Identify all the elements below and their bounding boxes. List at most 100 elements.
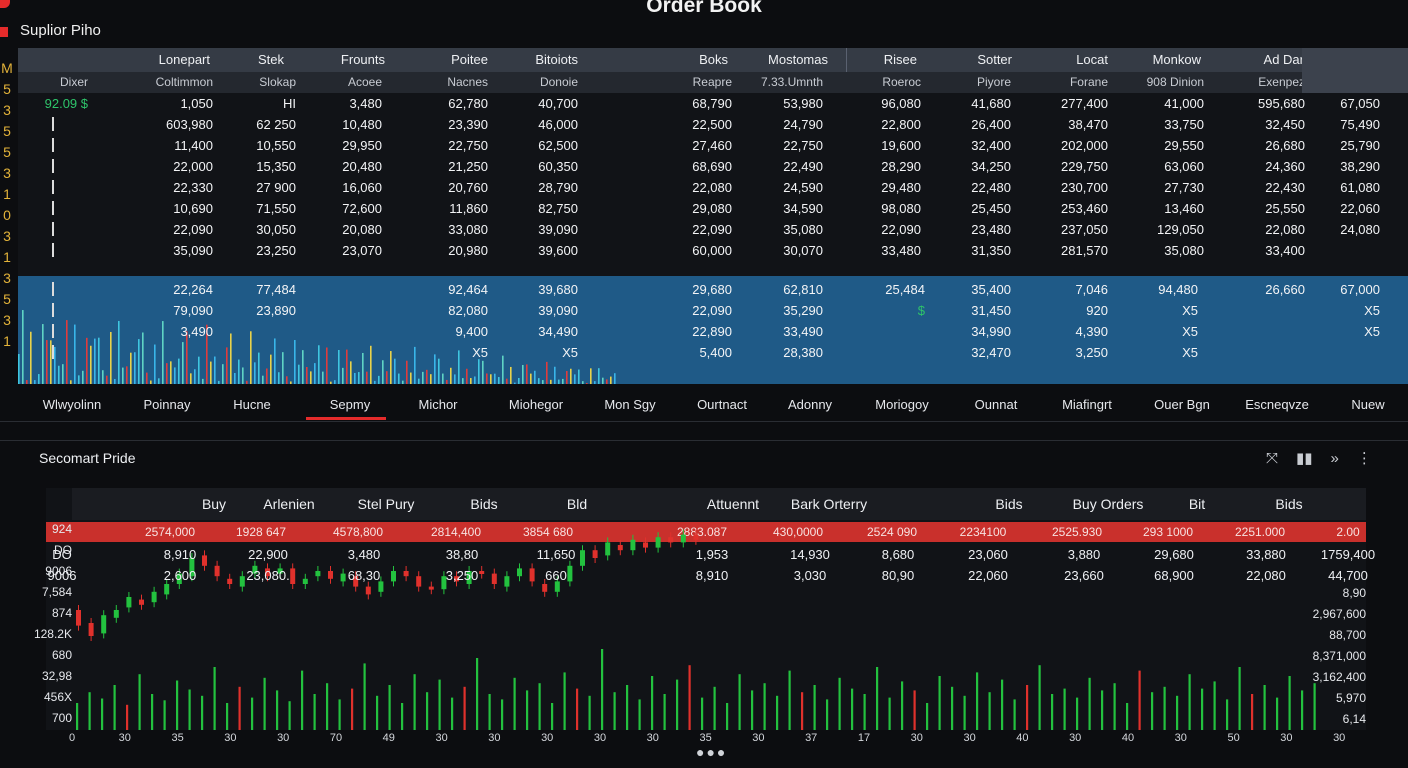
candle-body[interactable] — [680, 534, 686, 543]
depth-bar — [106, 375, 108, 384]
candle-body[interactable] — [365, 586, 371, 595]
tab-12[interactable]: Ouer Bgn — [1154, 390, 1210, 420]
chart-column-header[interactable]: Bids — [1275, 488, 1302, 520]
table-cell: 603,980 — [166, 117, 213, 132]
chart-column-header[interactable]: Stel Pury — [358, 488, 415, 520]
tab-5[interactable]: Miohegor — [509, 390, 563, 420]
tab-14[interactable]: Nuew — [1351, 390, 1384, 420]
chart-cell: 14,930 — [790, 547, 830, 562]
volume-bar — [763, 683, 766, 730]
bars-icon[interactable]: ▮▮ — [1296, 449, 1313, 467]
chart-row[interactable]: 9006 2,600 23,080. 68,30 3,250 660 8,910 3,030 8… — [46, 565, 1368, 586]
tab-0[interactable]: Wlwyolinn — [43, 390, 102, 420]
row-tick-mark — [52, 243, 54, 257]
volume-bar — [926, 703, 929, 730]
forward-icon[interactable]: » — [1331, 450, 1339, 467]
time-axis-label: 30 — [1333, 732, 1346, 744]
pagination-dots[interactable]: ●●● — [696, 744, 727, 760]
table-row[interactable]: 35,090 23,250 23,070 20,980 39,600 60,000 30,0… — [18, 240, 1408, 261]
tab-7[interactable]: Ourtnact — [697, 390, 747, 420]
table-row[interactable]: 92.09 $ 1,050 HI 3,480 62,780 40,700 68,790 53,… — [18, 93, 1408, 114]
left-axis-digit: 3 — [3, 228, 11, 244]
table-cell: 60,350 — [538, 159, 578, 174]
table-row[interactable]: 11,400 10,550 29,950 22,750 62,500 27,460 22,7… — [18, 135, 1408, 156]
chart-column-header[interactable]: Arlenien — [263, 488, 314, 520]
column-header[interactable]: Locat — [1076, 48, 1108, 72]
depth-row[interactable]: X5 X5 5,400 28,380 32,470 3,250 X5 — [18, 342, 1408, 363]
depth-bar — [522, 364, 524, 384]
table-cell: 11,860 — [449, 201, 488, 216]
chart-column-header[interactable]: Bld — [567, 488, 587, 520]
table-row[interactable]: 10,690 71,550 72,600 11,860 82,750 29,080 34,5… — [18, 198, 1408, 219]
volume-bar — [1238, 667, 1241, 730]
tab-13[interactable]: Escneqvze — [1245, 390, 1309, 420]
table-row[interactable]: 603,980 62 250 10,480 23,390 46,000 22,500 24,… — [18, 114, 1408, 135]
depth-bar — [526, 364, 528, 384]
chart-column-header[interactable]: Bids — [470, 488, 497, 520]
candle-body[interactable] — [693, 534, 699, 540]
right-axis-label: 3,162,400 — [1312, 670, 1366, 684]
chart-row[interactable]: DO 8,910 22,900 3,480 38,80 11,650 1,953 14,930… — [46, 544, 1375, 565]
table-cell: 22,750 — [783, 138, 823, 153]
column-header[interactable]: Bitoiots — [535, 48, 578, 72]
table-cell: 25,450 — [971, 201, 1011, 216]
tab-3[interactable]: Sepmy — [330, 390, 370, 420]
column-header[interactable]: Mostomas — [768, 48, 828, 72]
candle-body[interactable] — [88, 623, 94, 636]
column-header[interactable]: Ad Dar — [1264, 48, 1304, 72]
chart-cell: 22,060 — [968, 568, 1008, 583]
candle-body[interactable] — [151, 591, 157, 603]
table-cell: 237,050 — [1061, 222, 1108, 237]
column-header[interactable]: Poitee — [451, 48, 488, 72]
candle-body[interactable] — [139, 599, 144, 605]
tab-1[interactable]: Poinnay — [144, 390, 191, 420]
volume-bar — [726, 703, 729, 730]
candle-body[interactable] — [76, 610, 81, 626]
chart-column-header[interactable]: Attuennt — [707, 488, 759, 520]
row-tick-mark — [52, 303, 54, 317]
table-cell: 20,480 — [342, 159, 382, 174]
column-header[interactable]: Sotter — [977, 48, 1012, 72]
table-row[interactable]: 22,330 27 900 16,060 20,760 28,790 22,080 24,5… — [18, 177, 1408, 198]
chart-column-header[interactable]: Bark Orterry — [791, 488, 867, 520]
chart-column-header[interactable]: Bids — [995, 488, 1022, 520]
column-header[interactable]: Lonepart — [159, 48, 210, 72]
time-axis-label: 70 — [329, 732, 343, 744]
depth-bar — [102, 370, 104, 384]
chart-cell: 2,600 — [163, 568, 197, 583]
table-cell: 96,080 — [881, 96, 921, 111]
depth-row[interactable]: 3,490 9,400 34,490 22,890 33,490 34,990 4,390 X… — [18, 321, 1408, 342]
depth-row[interactable]: 22,264 77,484 92,464 39,680 29,680 62,810 25,4… — [18, 279, 1408, 300]
candle-body[interactable] — [101, 615, 107, 634]
candle-body[interactable] — [113, 610, 119, 618]
time-axis-label: 30 — [1069, 732, 1082, 744]
column-header[interactable]: Monkow — [1153, 48, 1201, 72]
expand-icon[interactable]: ⤧ — [1266, 450, 1278, 467]
depth-cell: 5,400 — [699, 345, 732, 360]
depth-cell: 82,080 — [448, 303, 488, 318]
tab-9[interactable]: Moriogoy — [875, 390, 928, 420]
column-header[interactable]: Risee — [884, 48, 917, 72]
depth-bar — [38, 374, 40, 384]
tab-4[interactable]: Michor — [418, 390, 457, 420]
left-axis-digit: 3 — [3, 312, 11, 328]
chart-column-header[interactable]: Bit — [1189, 488, 1205, 520]
tab-11[interactable]: Miafingrt — [1062, 390, 1112, 420]
column-header[interactable]: Boks — [699, 48, 728, 72]
tab-8[interactable]: Adonny — [788, 390, 832, 420]
chart-column-header[interactable]: Buy Orders — [1073, 488, 1144, 520]
column-header[interactable]: Stek — [258, 48, 284, 72]
table-row[interactable]: 22,000 15,350 20,480 21,250 60,350 68,690 22,4… — [18, 156, 1408, 177]
depth-row[interactable]: 79,090 23,890 82,080 39,090 22,090 35,290 $31,… — [18, 300, 1408, 321]
chart-column-header[interactable]: Buy — [202, 488, 226, 520]
volume-bar — [826, 699, 829, 730]
tab-6[interactable]: Mon Sgy — [604, 390, 655, 420]
tab-2[interactable]: Hucne — [233, 390, 271, 420]
candle-body[interactable] — [126, 597, 132, 608]
tab-10[interactable]: Ounnat — [975, 390, 1018, 420]
candle-body[interactable] — [428, 586, 434, 590]
candle-body[interactable] — [668, 537, 674, 543]
column-header[interactable]: Frounts — [341, 48, 385, 72]
table-row[interactable]: 22,090 30,050 20,080 33,080 39,090 22,090 35,0… — [18, 219, 1408, 240]
more-vertical-icon[interactable]: ⋮ — [1357, 449, 1372, 467]
